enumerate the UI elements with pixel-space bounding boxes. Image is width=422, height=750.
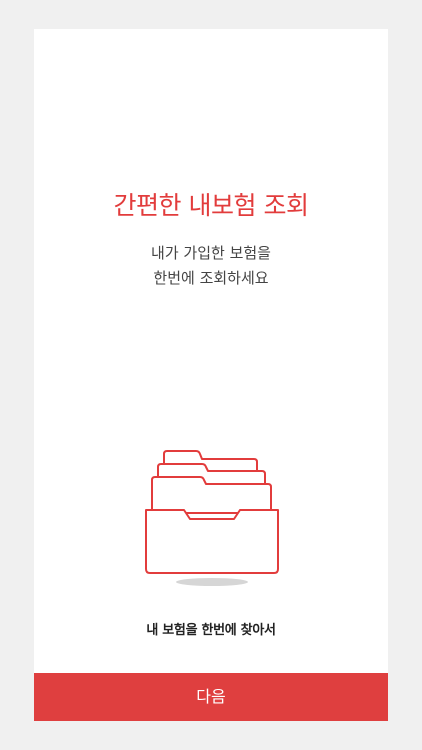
content-card: 간편한 내보험 조회 내가 가입한 보험을 한번에 조회하세요 내 보험을 한번… [34,29,388,721]
subtitle-line-1: 내가 가입한 보험을 [151,244,271,262]
caption-text: 내 보험을 한번에 찾아서 [146,623,276,638]
subtitle-line-2: 한번에 조회하세요 [153,269,269,287]
page-title: 간편한 내보험 조회 [113,191,309,220]
file-drawer-icon [145,450,279,586]
next-button[interactable]: 다음 [34,673,388,721]
